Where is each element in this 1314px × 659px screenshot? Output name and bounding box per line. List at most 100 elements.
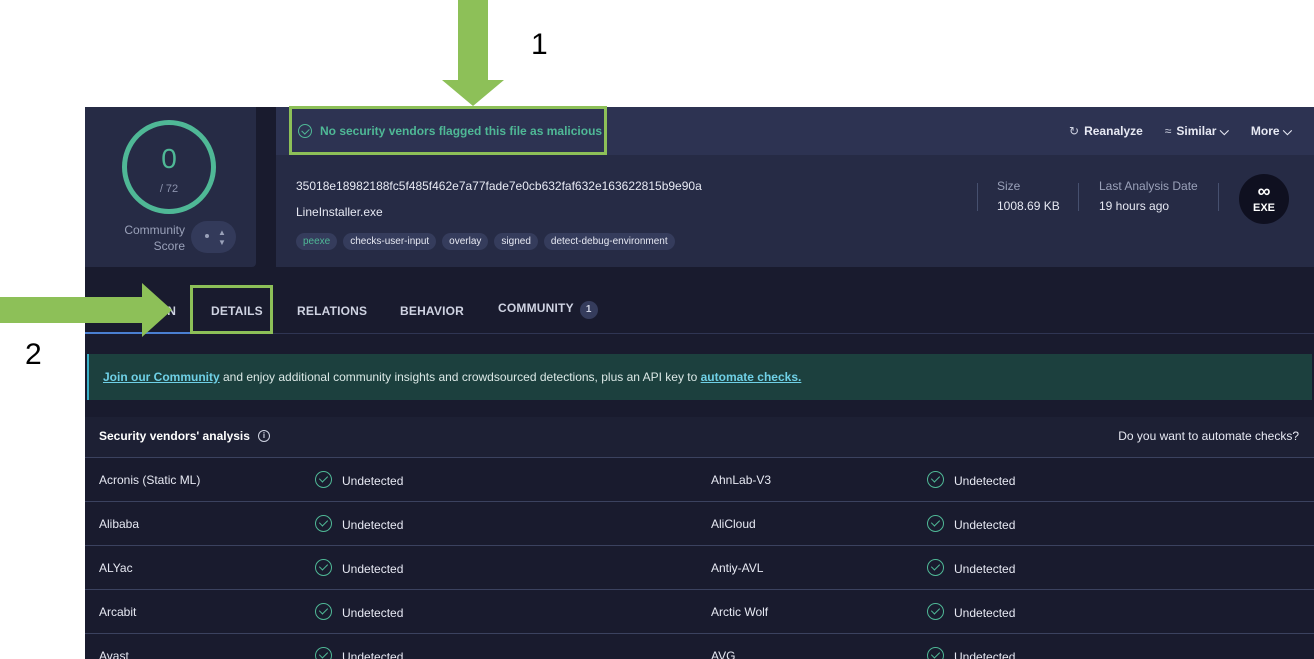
meta-divider [1078, 183, 1079, 211]
score-card: 0 / 72 Community Score ▲ ▼ [85, 107, 256, 267]
check-circle-icon [927, 515, 944, 532]
vendor-result: Undetected [315, 647, 404, 659]
vendor-name: Avast [99, 649, 129, 659]
chevron-down-icon: ⌵ [1219, 124, 1229, 138]
tab-behavior[interactable]: BEHAVIOR [400, 304, 464, 318]
last-analysis-value: 19 hours ago [1099, 199, 1170, 213]
community-notice: Join our Community and enjoy additional … [87, 354, 1312, 400]
vendor-name: Acronis (Static ML) [99, 473, 201, 487]
vendor-result: Undetected [315, 515, 404, 532]
detection-total: / 72 [159, 183, 179, 195]
result-text: Undetected [954, 649, 1016, 659]
tag-chip[interactable]: checks-user-input [343, 233, 437, 250]
community-score-label: Community Score [124, 223, 185, 253]
file-hash[interactable]: 35018e18982188fc5f485f462e7a77fade7e0cb6… [296, 179, 702, 193]
result-text: Undetected [954, 473, 1016, 488]
vendor-result: Undetected [315, 471, 404, 488]
result-text: Undetected [954, 517, 1016, 532]
size-value: 1008.69 KB [997, 199, 1060, 213]
file-type-glyph-icon: ∞ [1257, 181, 1271, 201]
vote-up-icon[interactable]: ▲ [218, 228, 226, 237]
arrow-down-annotation [442, 0, 504, 106]
check-circle-icon [315, 515, 332, 532]
check-circle-icon [315, 647, 332, 659]
check-circle-icon [927, 559, 944, 576]
tag-chip[interactable]: signed [494, 233, 538, 250]
community-vote-control[interactable]: ▲ ▼ [191, 221, 236, 253]
file-tags: peexe checks-user-input overlay signed d… [296, 233, 675, 250]
tag-chip[interactable]: detect-debug-environment [543, 233, 675, 250]
last-analysis-label: Last Analysis Date [1099, 179, 1198, 193]
annotation-label-1: 1 [531, 28, 548, 61]
vendor-name: Antiy-AVL [711, 561, 764, 575]
file-name: LineInstaller.exe [296, 205, 383, 219]
automate-checks-prompt[interactable]: Do you want to automate checks? [1118, 429, 1299, 443]
check-circle-icon [315, 471, 332, 488]
annotation-box-verdict [289, 106, 607, 155]
vote-down-icon[interactable]: ▼ [218, 238, 226, 247]
more-button[interactable]: More ⌵ [1251, 124, 1292, 139]
notice-text: and enjoy additional community insights … [219, 370, 701, 384]
vendors-header: Security vendors' analysis i Do you want… [85, 417, 1314, 458]
automate-checks-link[interactable]: automate checks. [701, 370, 802, 384]
file-type-label: EXE [1252, 202, 1275, 214]
result-text: Undetected [342, 649, 404, 659]
detection-count: 0 [161, 143, 177, 174]
tab-community[interactable]: COMMUNITY 1 [498, 301, 598, 319]
result-text: Undetected [342, 517, 404, 532]
result-text: Undetected [342, 605, 404, 620]
tag-chip[interactable]: peexe [296, 233, 338, 250]
result-text: Undetected [342, 561, 404, 576]
vote-dot-icon [205, 234, 209, 238]
tab-detection[interactable]: DETECTION [105, 304, 176, 318]
table-row: Alibaba Undetected AliCloud Undetected [85, 502, 1314, 546]
vendor-name: AliCloud [711, 517, 756, 531]
check-circle-icon [927, 647, 944, 659]
meta-divider [977, 183, 978, 211]
detection-ring: 0 / 72 [122, 120, 216, 214]
meta-divider [1218, 183, 1219, 211]
tag-chip[interactable]: overlay [442, 233, 489, 250]
annotation-box-details-tab [190, 285, 273, 334]
table-row: Arcabit Undetected Arctic Wolf Undetecte… [85, 590, 1314, 634]
refresh-icon: ↻ [1069, 124, 1080, 138]
vendor-result: Undetected [927, 647, 1016, 659]
check-circle-icon [927, 603, 944, 620]
vendor-result: Undetected [315, 603, 404, 620]
vendor-result: Undetected [927, 515, 1016, 532]
result-text: Undetected [342, 473, 404, 488]
vendor-name: Arcabit [99, 605, 137, 619]
more-label: More [1250, 124, 1280, 138]
active-tab-indicator [85, 332, 191, 334]
check-circle-icon [315, 559, 332, 576]
last-analysis-meta: Last Analysis Date 19 hours ago [1099, 179, 1198, 213]
vendor-result: Undetected [315, 559, 404, 576]
result-text: Undetected [954, 605, 1016, 620]
tab-relations[interactable]: RELATIONS [297, 304, 367, 318]
vendors-title-text: Security vendors' analysis [99, 429, 250, 443]
similar-label: Similar [1176, 124, 1217, 138]
header-actions: ↻ Reanalyze ≈ Similar ⌵ More ⌵ [1069, 124, 1292, 139]
chevron-down-icon: ⌵ [1282, 124, 1292, 138]
result-text: Undetected [954, 561, 1016, 576]
vendor-name: AhnLab-V3 [711, 473, 772, 487]
info-icon[interactable]: i [257, 430, 270, 442]
similar-icon: ≈ [1164, 124, 1172, 138]
vendor-result: Undetected [927, 471, 1016, 488]
vendor-name: ALYac [99, 561, 133, 575]
table-row: Avast Undetected AVG Undetected [85, 634, 1314, 659]
reanalyze-button[interactable]: ↻ Reanalyze [1069, 124, 1143, 139]
vendor-result: Undetected [927, 603, 1016, 620]
annotation-label-2: 2 [25, 338, 42, 371]
check-circle-icon [315, 603, 332, 620]
tab-community-label: COMMUNITY [498, 301, 574, 315]
table-row: Acronis (Static ML) Undetected AhnLab-V3… [85, 458, 1314, 502]
join-community-link[interactable]: Join our Community [103, 370, 220, 384]
table-row: ALYac Undetected Antiy-AVL Undetected [85, 546, 1314, 590]
size-meta: Size 1008.69 KB [997, 179, 1060, 213]
reanalyze-label: Reanalyze [1084, 124, 1143, 138]
similar-button[interactable]: ≈ Similar ⌵ [1165, 124, 1229, 139]
vendor-name: Arctic Wolf [711, 605, 769, 619]
check-circle-icon [927, 471, 944, 488]
vendor-name: AVG [711, 649, 736, 659]
